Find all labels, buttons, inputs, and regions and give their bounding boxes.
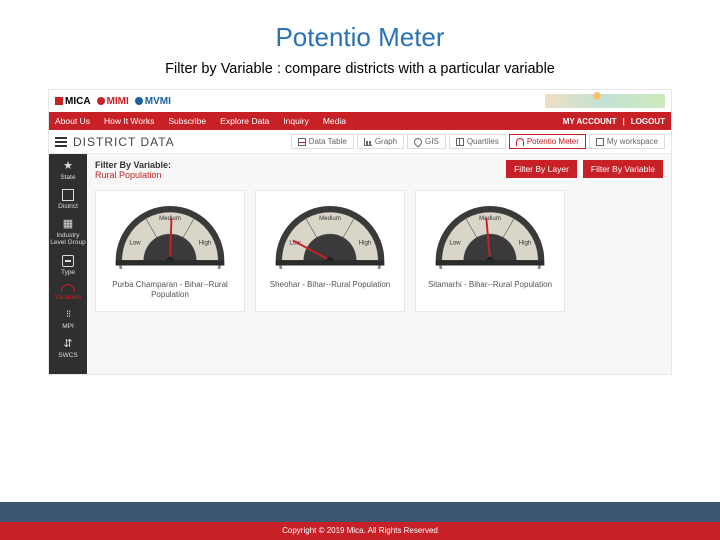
tab-label: Potentio Meter xyxy=(527,137,579,146)
sidenav-label: Type xyxy=(61,269,75,276)
sidenav-variables[interactable]: Variables xyxy=(55,284,82,301)
pin-icon xyxy=(412,136,423,147)
tab-gis[interactable]: GIS xyxy=(407,134,446,149)
tab-label: Data Table xyxy=(309,137,347,146)
gauge-caption: Sheohar - Bihar--Rural Population xyxy=(262,280,398,290)
app-window: MICA MIMI MVMI About Us How It Works Sub… xyxy=(48,89,672,375)
graph-icon xyxy=(364,138,372,146)
logo-mica: MICA xyxy=(55,96,91,107)
side-nav: State District Industry Level Group Type… xyxy=(49,154,87,374)
gauge-card: LowMediumHigh Sheohar - Bihar--Rural Pop… xyxy=(255,190,405,312)
copyright: Copyright © 2019 Mica. All Rights Reserv… xyxy=(0,522,720,540)
svg-text:High: High xyxy=(519,240,532,247)
nav-media[interactable]: Media xyxy=(323,116,346,126)
top-nav-left: About Us How It Works Subscribe Explore … xyxy=(55,116,346,126)
sidenav-state[interactable]: State xyxy=(60,160,75,181)
nav-about-us[interactable]: About Us xyxy=(55,116,90,126)
filter-by-layer-button[interactable]: Filter By Layer xyxy=(506,160,577,178)
tab-graph[interactable]: Graph xyxy=(357,134,404,149)
sidenav-label: SWCS xyxy=(58,352,78,359)
tab-data-table[interactable]: Data Table xyxy=(291,134,354,149)
nav-subscribe[interactable]: Subscribe xyxy=(168,116,206,126)
filter-by-variable-button[interactable]: Filter By Variable xyxy=(583,160,663,178)
top-nav-right: MY ACCOUNT | LOGOUT xyxy=(563,117,665,126)
sidenav-label: Variables xyxy=(55,294,82,301)
nav-my-account[interactable]: MY ACCOUNT xyxy=(563,117,617,126)
gauge-row: Low Medium High Purba Champaran - Bihar--R… xyxy=(95,190,663,312)
nav-inquiry[interactable]: Inquiry xyxy=(283,116,309,126)
gauge-card: Low Medium High Purba Champaran - Bihar--R… xyxy=(95,190,245,312)
svg-text:Medium: Medium xyxy=(319,215,341,222)
svg-text:Medium: Medium xyxy=(159,215,181,222)
sidenav-mpi[interactable]: MPI xyxy=(62,309,74,330)
sidenav-swcs[interactable]: SWCS xyxy=(58,338,78,359)
gauge-chart: Low Medium High xyxy=(422,199,558,269)
workspace-icon xyxy=(596,138,604,146)
district-icon xyxy=(62,189,74,201)
gauge-card: Low Medium High Sitamarhi - Bihar--Rural P… xyxy=(415,190,565,312)
logo-bar: MICA MIMI MVMI xyxy=(49,90,671,112)
nav-sep: | xyxy=(623,117,625,126)
tab-potentio-meter[interactable]: Potentio Meter xyxy=(509,134,586,149)
tab-label: My workspace xyxy=(607,137,658,146)
logo-mimi: MIMI xyxy=(97,96,129,107)
tab-my-workspace[interactable]: My workspace xyxy=(589,134,665,149)
gauge-chart: Low Medium High xyxy=(102,199,238,269)
svg-text:Low: Low xyxy=(449,240,461,247)
sidenav-label: Industry Level Group xyxy=(49,232,87,246)
header-banner-illustration xyxy=(545,94,665,108)
sidenav-label: State xyxy=(60,174,75,181)
industry-icon xyxy=(62,218,74,230)
page-header: DISTRICT DATA Data Table Graph GIS Quart… xyxy=(49,130,671,154)
sidenav-district[interactable]: District xyxy=(58,189,78,210)
logo-group: MICA MIMI MVMI xyxy=(55,96,171,107)
filter-label: Filter By Variable: xyxy=(95,160,171,170)
quartiles-icon xyxy=(456,138,464,146)
body: State District Industry Level Group Type… xyxy=(49,154,671,374)
svg-text:Medium: Medium xyxy=(479,215,501,222)
type-icon xyxy=(62,255,74,267)
table-icon xyxy=(298,138,306,146)
svg-text:High: High xyxy=(359,240,372,247)
top-nav: About Us How It Works Subscribe Explore … xyxy=(49,112,671,130)
slide-subtitle: Filter by Variable : compare districts w… xyxy=(0,61,720,85)
filter-info: Filter By Variable: Rural Population xyxy=(95,160,171,180)
mpi-icon xyxy=(62,309,74,321)
logo-mvmi: MVMI xyxy=(135,96,171,107)
nav-logout[interactable]: LOGOUT xyxy=(631,117,665,126)
svg-text:High: High xyxy=(199,240,212,247)
content-area: Filter By Variable: Rural Population Fil… xyxy=(87,154,671,374)
filter-value: Rural Population xyxy=(95,170,171,180)
hamburger-icon[interactable] xyxy=(55,137,67,147)
view-tabs: Data Table Graph GIS Quartiles Potentio … xyxy=(291,134,665,149)
gauge-icon xyxy=(516,138,524,146)
nav-how-it-works[interactable]: How It Works xyxy=(104,116,154,126)
sidenav-label: MPI xyxy=(62,323,74,330)
gauge-chart: LowMediumHigh xyxy=(262,199,398,269)
nav-explore-data[interactable]: Explore Data xyxy=(220,116,269,126)
gauge-caption: Purba Champaran - Bihar--Rural Populatio… xyxy=(102,280,238,301)
tab-label: Graph xyxy=(375,137,397,146)
gauge-caption: Sitamarhi - Bihar--Rural Population xyxy=(422,280,558,290)
sidenav-label: District xyxy=(58,203,78,210)
content-header: Filter By Variable: Rural Population Fil… xyxy=(95,160,663,180)
tab-label: GIS xyxy=(425,137,439,146)
footer-bar xyxy=(0,502,720,522)
tab-quartiles[interactable]: Quartiles xyxy=(449,134,506,149)
svg-text:Low: Low xyxy=(129,240,141,247)
swcs-icon xyxy=(62,338,74,350)
slide-title: Potentio Meter xyxy=(0,0,720,61)
variables-icon xyxy=(61,284,75,292)
tab-label: Quartiles xyxy=(467,137,499,146)
page-header-left: DISTRICT DATA xyxy=(55,135,175,149)
sidenav-industry-level-group[interactable]: Industry Level Group xyxy=(49,218,87,246)
star-icon xyxy=(62,160,74,172)
sidenav-type[interactable]: Type xyxy=(61,255,75,276)
page-title: DISTRICT DATA xyxy=(73,135,175,149)
filter-buttons: Filter By Layer Filter By Variable xyxy=(506,160,663,178)
